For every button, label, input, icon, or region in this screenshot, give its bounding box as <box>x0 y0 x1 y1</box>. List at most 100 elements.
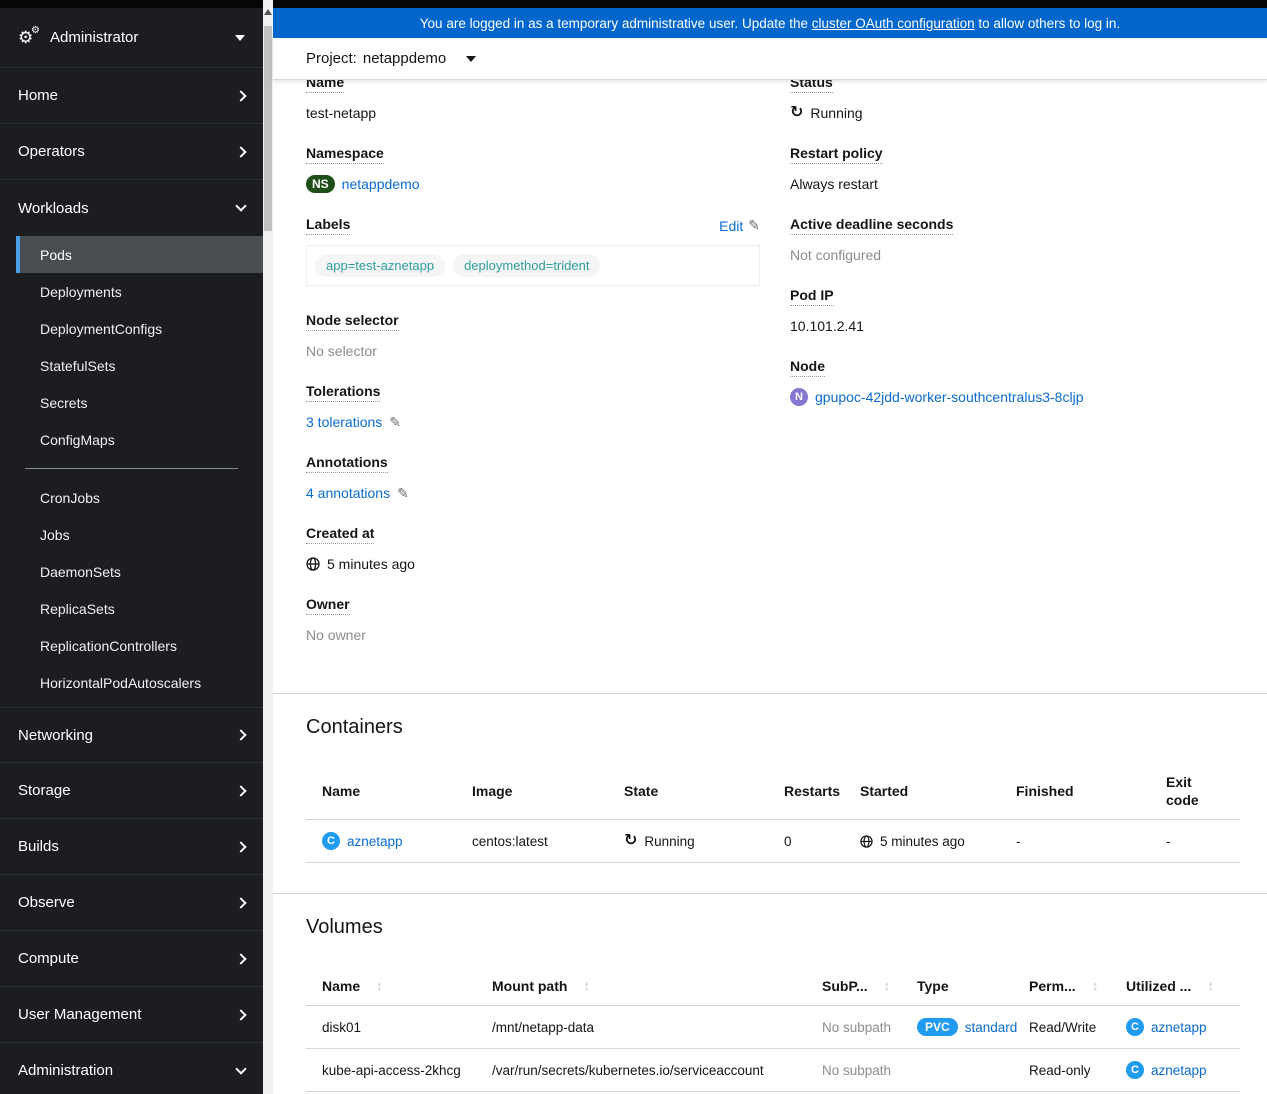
volume-name: kube-api-access-2khcg <box>322 1062 461 1078</box>
col-header-subpath[interactable]: SubP... ↕ <box>806 967 901 1005</box>
pvc-link[interactable]: standard <box>965 1020 1018 1035</box>
pencil-icon[interactable]: ✎ <box>397 483 409 503</box>
sidebar-item-label: Storage <box>18 782 71 799</box>
sort-icon[interactable]: ↕ <box>376 977 383 995</box>
field-node: Node N gpupoc-42jdd-worker-southcentralu… <box>790 358 1240 407</box>
container-link[interactable]: aznetapp <box>347 834 403 849</box>
node-selector-label: Node selector <box>306 312 399 331</box>
labels-label: Labels <box>306 216 351 235</box>
labels-edit-link[interactable]: Edit <box>719 218 743 234</box>
col-header-volume-name[interactable]: Name ↕ <box>306 967 476 1005</box>
field-pod-ip: Pod IP 10.101.2.41 <box>790 287 1240 336</box>
sidebar-item-observe[interactable]: Observe <box>0 875 263 931</box>
volumes-table-header: Name ↕ Mount path ↕ SubP... ↕ Type Perm.… <box>306 967 1240 1006</box>
field-labels: Labels Edit ✎ app=test-aznetapp deployme… <box>306 216 760 286</box>
active-deadline-label: Active deadline seconds <box>790 216 954 235</box>
container-image: centos:latest <box>472 833 548 849</box>
labels-box: app=test-aznetapp deploymethod=trident <box>306 245 760 286</box>
label-tag[interactable]: app=test-aznetapp <box>315 254 446 277</box>
col-header-permissions[interactable]: Perm... ↕ <box>1013 967 1110 1005</box>
col-header-name: Name <box>322 783 361 799</box>
sort-icon[interactable]: ↕ <box>884 977 891 995</box>
volume-row: disk01 /mnt/netapp-data No subpath PVC s… <box>306 1006 1240 1049</box>
subnav-item-replicasets[interactable]: ReplicaSets <box>0 590 263 627</box>
sidebar-item-home[interactable]: Home <box>0 68 263 124</box>
col-header-type: Type <box>901 967 1013 1005</box>
subnav-label: Pods <box>40 246 72 263</box>
pencil-icon[interactable]: ✎ <box>748 217 760 234</box>
chevron-right-icon <box>235 784 247 797</box>
subnav-item-statefulsets[interactable]: StatefulSets <box>0 347 263 384</box>
subnav-item-pods[interactable]: Pods <box>16 236 263 273</box>
sidebar-item-operators[interactable]: Operators <box>0 124 263 180</box>
namespace-badge: NS <box>306 175 335 193</box>
name-value: test-netapp <box>306 105 377 121</box>
perspective-switcher[interactable]: ⚙ ⚙ Administrator <box>0 8 263 68</box>
cluster-oauth-configuration-link[interactable]: cluster OAuth configuration <box>812 16 975 31</box>
subnav-label: DeploymentConfigs <box>40 320 163 337</box>
subnav-item-horizontalpodautoscalers[interactable]: HorizontalPodAutoscalers <box>0 664 263 701</box>
field-tolerations: Tolerations 3 tolerations ✎ <box>306 383 760 432</box>
subnav-item-deploymentconfigs[interactable]: DeploymentConfigs <box>0 310 263 347</box>
container-started: 5 minutes ago <box>880 833 965 849</box>
vertical-scrollbar[interactable] <box>263 0 273 1094</box>
details-left-column: Name test-netapp Namespace NS netappdemo… <box>306 80 760 667</box>
subnav-item-daemonsets[interactable]: DaemonSets <box>0 553 263 590</box>
sync-running-icon: ↻ <box>790 104 804 121</box>
field-name: Name test-netapp <box>306 80 760 123</box>
tolerations-link[interactable]: 3 tolerations <box>306 412 382 432</box>
chevron-right-icon <box>235 896 247 909</box>
annotations-link[interactable]: 4 annotations <box>306 483 390 503</box>
subnav-item-cronjobs[interactable]: CronJobs <box>0 479 263 516</box>
chevron-right-icon <box>235 840 247 853</box>
volume-permissions: Read-only <box>1029 1062 1091 1078</box>
pencil-icon[interactable]: ✎ <box>389 412 401 432</box>
project-selector[interactable]: Project: netappdemo <box>306 50 477 67</box>
col-header-label: Mount path <box>492 978 568 994</box>
sidebar-item-compute[interactable]: Compute <box>0 931 263 987</box>
status-label: Status <box>790 80 833 93</box>
field-node-selector: Node selector No selector <box>306 312 760 361</box>
utilized-by-link[interactable]: aznetapp <box>1151 1063 1207 1078</box>
col-header-label: Perm... <box>1029 978 1076 994</box>
sidebar-item-storage[interactable]: Storage <box>0 763 263 819</box>
subnav-label: ConfigMaps <box>40 431 115 448</box>
sidebar-item-label: Operators <box>18 143 85 160</box>
sidebar-item-workloads[interactable]: Workloads <box>0 180 263 236</box>
sidebar-item-user-management[interactable]: User Management <box>0 987 263 1043</box>
subnav-item-secrets[interactable]: Secrets <box>0 384 263 421</box>
sidebar-item-label: Observe <box>18 894 75 911</box>
sort-icon[interactable]: ↕ <box>583 977 590 995</box>
col-header-label: Name <box>322 978 361 994</box>
label-tag[interactable]: deploymethod=trident <box>453 254 601 277</box>
chevron-right-icon <box>235 145 247 158</box>
field-active-deadline: Active deadline seconds Not configured <box>790 216 1240 265</box>
scrollbar-up-arrow[interactable] <box>264 9 272 15</box>
sidebar-item-administration[interactable]: Administration <box>0 1043 263 1094</box>
field-restart-policy: Restart policy Always restart <box>790 145 1240 194</box>
subnav-item-jobs[interactable]: Jobs <box>0 516 263 553</box>
scrollbar-thumb[interactable] <box>264 26 272 231</box>
volume-subpath: No subpath <box>822 1019 892 1035</box>
volumes-title: Volumes <box>306 916 383 938</box>
masthead-edge <box>273 0 1267 8</box>
node-link[interactable]: gpupoc-42jdd-worker-southcentralus3-8clj… <box>815 387 1083 407</box>
globe-icon <box>306 557 320 571</box>
sidebar-item-networking[interactable]: Networking <box>0 707 263 763</box>
pod-ip-value: 10.101.2.41 <box>790 318 864 334</box>
containers-title: Containers <box>306 716 403 738</box>
col-header-utilized-by[interactable]: Utilized ... ↕ <box>1110 967 1240 1005</box>
subnav-item-configmaps[interactable]: ConfigMaps <box>0 421 263 458</box>
node-label: Node <box>790 358 825 377</box>
utilized-by-link[interactable]: aznetapp <box>1151 1020 1207 1035</box>
subnav-item-replicationcontrollers[interactable]: ReplicationControllers <box>0 627 263 664</box>
sidebar-item-builds[interactable]: Builds <box>0 819 263 875</box>
subnav-item-deployments[interactable]: Deployments <box>0 273 263 310</box>
namespace-link[interactable]: netappdemo <box>342 174 420 194</box>
sort-icon[interactable]: ↕ <box>1092 977 1099 995</box>
chevron-down-icon <box>235 1062 247 1075</box>
sort-icon[interactable]: ↕ <box>1207 977 1214 995</box>
details-right-column: Status ↻ Running Restart policy Always r… <box>790 80 1240 667</box>
col-header-mount-path[interactable]: Mount path ↕ <box>476 967 806 1005</box>
banner-text-suffix: to allow others to log in. <box>974 15 1121 31</box>
